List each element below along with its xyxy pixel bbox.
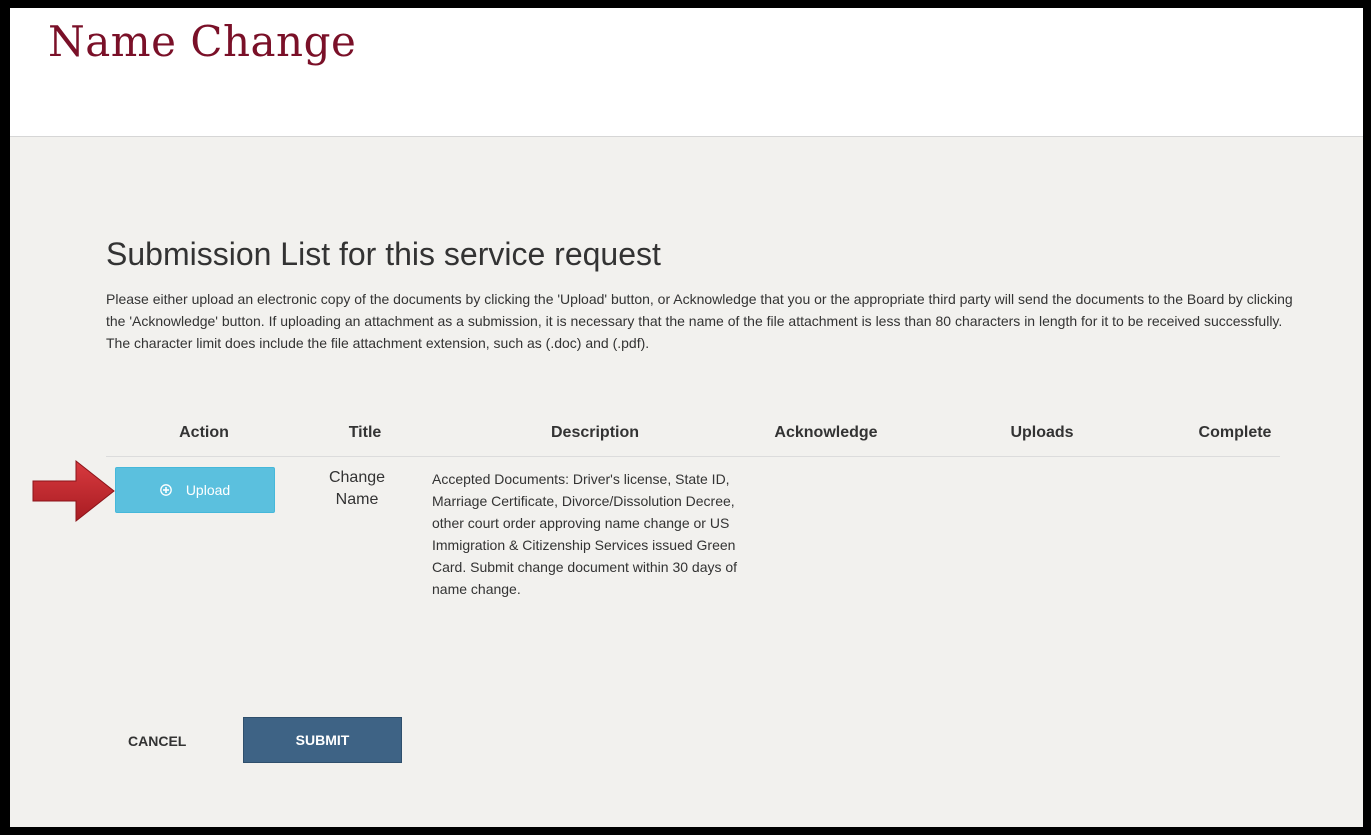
submission-instructions: Please either upload an electronic copy … <box>106 291 1293 351</box>
cancel-button[interactable]: CANCEL <box>113 718 201 764</box>
page-title: Name Change <box>48 17 357 66</box>
plus-circle-icon <box>159 484 172 496</box>
page-header: Name Change <box>10 8 1363 137</box>
column-header-description: Description <box>550 424 640 441</box>
red-arrow-icon <box>32 459 115 523</box>
table-row: Upload Change Name Accepted Documents: D… <box>10 457 1363 697</box>
column-header-uploads: Uploads <box>1010 424 1074 441</box>
column-header-complete: Complete <box>1198 424 1272 441</box>
submit-button[interactable]: SUBMIT <box>243 717 402 763</box>
column-header-action: Action <box>179 424 229 441</box>
browser-frame: Name Change Submission List for this ser… <box>10 8 1363 827</box>
submission-table-header: Action Title Description Acknowledge Upl… <box>106 418 1280 457</box>
column-header-title: Title <box>348 424 382 441</box>
submission-list-heading: Submission List for this service request <box>106 236 661 272</box>
row-title: Change Name <box>328 469 386 508</box>
column-header-acknowledge: Acknowledge <box>774 424 878 441</box>
upload-button[interactable]: Upload <box>115 467 275 513</box>
row-description: Accepted Documents: Driver's license, St… <box>432 471 738 597</box>
upload-button-label: Upload <box>185 482 231 498</box>
